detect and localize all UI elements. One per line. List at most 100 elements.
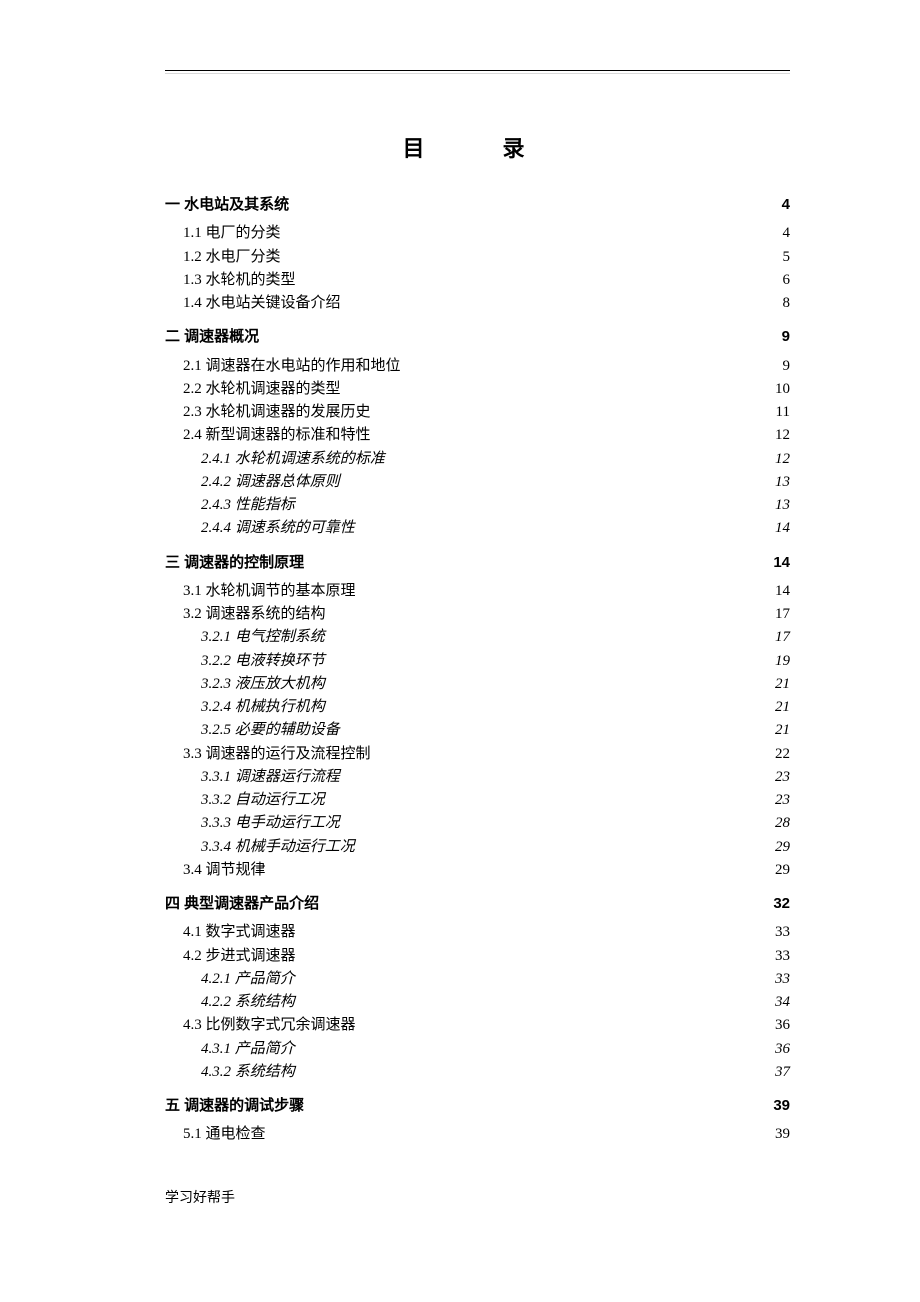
toc-entry-label: 3.2.5 必要的辅助设备: [201, 719, 340, 742]
toc-entry-page: 9: [783, 355, 791, 378]
toc-entry[interactable]: 1.3 水轮机的类型6: [165, 269, 790, 292]
toc-entry[interactable]: 3.3.3 电手动运行工况 28: [165, 812, 790, 835]
toc-entry[interactable]: 3.3.4 机械手动运行工况29: [165, 836, 790, 859]
toc-entry-page: 4: [783, 222, 791, 245]
toc-entry-page: 34: [775, 991, 790, 1014]
toc-entry-page: 29: [775, 836, 790, 859]
toc-entry-page: 21: [775, 696, 790, 719]
toc-entry[interactable]: 3.1 水轮机调节的基本原理14: [165, 580, 790, 603]
toc-entry-label: 一 水电站及其系统: [165, 193, 289, 216]
toc-entry[interactable]: 2.2 水轮机调速器的类型 10: [165, 378, 790, 401]
toc-entry[interactable]: 2.4.4 调速系统的可靠性14: [165, 517, 790, 540]
toc-entry-page: 13: [775, 471, 790, 494]
toc-entry-label: 3.2 调速器系统的结构: [183, 603, 326, 626]
toc-entry[interactable]: 1.4 水电站关键设备介绍8: [165, 292, 790, 315]
toc-entry-page: 14: [775, 580, 790, 603]
toc-entry[interactable]: 3.3.2 自动运行工况 23: [165, 789, 790, 812]
toc-entry[interactable]: 2.4.3 性能指标 13: [165, 494, 790, 517]
toc-entry-page: 6: [783, 269, 791, 292]
toc-entry[interactable]: 1.1 电厂的分类 4: [165, 222, 790, 245]
toc-entry-label: 2.4.2 调速器总体原则: [201, 471, 340, 494]
toc-entry[interactable]: 3.2.3 液压放大机构21: [165, 673, 790, 696]
toc-entry-page: 23: [775, 789, 790, 812]
toc-entry-label: 4.3.1 产品简介: [201, 1038, 295, 1061]
toc-entry[interactable]: 1.2 水电厂分类 5: [165, 246, 790, 269]
toc-entry[interactable]: 3.4 调节规律29: [165, 859, 790, 882]
header-rule: [165, 70, 790, 71]
toc-entry[interactable]: 3.3.1 调速器运行流程23: [165, 766, 790, 789]
toc-entry[interactable]: 3.2.4 机械执行机构 21: [165, 696, 790, 719]
toc-entry-label: 5.1 通电检查: [183, 1123, 266, 1146]
toc-entry-label: 2.2 水轮机调速器的类型: [183, 378, 341, 401]
toc-entry[interactable]: 2.1 调速器在水电站的作用和地位 9: [165, 355, 790, 378]
toc-entry-label: 2.4.1 水轮机调速系统的标准: [201, 448, 385, 471]
toc-entry-label: 四 典型调速器产品介绍: [165, 892, 319, 915]
toc-entry[interactable]: 4.2.2 系统结构 34: [165, 991, 790, 1014]
toc-entry-label: 3.2.4 机械执行机构: [201, 696, 325, 719]
toc-entry[interactable]: 4.3 比例数字式冗余调速器36: [165, 1014, 790, 1037]
toc-entry-page: 33: [775, 945, 790, 968]
toc-entry-page: 32: [773, 892, 790, 915]
toc-entry-label: 3.2.2 电液转换环节: [201, 650, 325, 673]
toc-entry-page: 37: [775, 1061, 790, 1084]
toc-entry-page: 9: [782, 325, 790, 348]
toc-entry[interactable]: 3.2.2 电液转换环节 19: [165, 650, 790, 673]
toc-entry-label: 1.1 电厂的分类: [183, 222, 281, 245]
toc-entry-label: 2.1 调速器在水电站的作用和地位: [183, 355, 401, 378]
toc-entry-page: 22: [775, 743, 790, 766]
toc-entry[interactable]: 一 水电站及其系统4: [165, 193, 790, 216]
toc-entry[interactable]: 2.4.1 水轮机调速系统的标准 12: [165, 448, 790, 471]
document-page: 目 录 一 水电站及其系统4 1.1 电厂的分类 4 1.2 水电厂分类 51.3 水轮…: [0, 0, 920, 1247]
toc-title: 目 录: [165, 131, 790, 163]
toc-entry[interactable]: 4.1 数字式调速器 33: [165, 921, 790, 944]
toc-entry[interactable]: 3.2.5 必要的辅助设备 21: [165, 719, 790, 742]
toc-entry-page: 13: [775, 494, 790, 517]
toc-container: 一 水电站及其系统4 1.1 电厂的分类 4 1.2 水电厂分类 51.3 水轮机的类型…: [165, 193, 790, 1147]
toc-entry-page: 14: [775, 517, 790, 540]
toc-entry[interactable]: 2.4 新型调速器的标准和特性12: [165, 424, 790, 447]
toc-entry-label: 4.2.1 产品简介: [201, 968, 295, 991]
toc-entry-page: 21: [775, 719, 790, 742]
toc-entry-label: 3.3.3 电手动运行工况: [201, 812, 340, 835]
toc-entry-page: 28: [775, 812, 790, 835]
toc-entry[interactable]: 三 调速器的控制原理14: [165, 551, 790, 574]
toc-entry[interactable]: 2.3 水轮机调速器的发展历史11: [165, 401, 790, 424]
toc-entry-label: 4.3 比例数字式冗余调速器: [183, 1014, 356, 1037]
toc-entry-label: 二 调速器概况: [165, 325, 259, 348]
toc-entry[interactable]: 四 典型调速器产品介绍 32: [165, 892, 790, 915]
toc-entry-label: 3.3.2 自动运行工况: [201, 789, 325, 812]
toc-entry[interactable]: 3.2.1 电气控制系统 17: [165, 626, 790, 649]
toc-entry[interactable]: 3.2 调速器系统的结构17: [165, 603, 790, 626]
toc-entry-page: 33: [775, 968, 790, 991]
toc-entry[interactable]: 5.1 通电检查 39: [165, 1123, 790, 1146]
toc-entry-label: 1.2 水电厂分类: [183, 246, 281, 269]
toc-entry-page: 36: [775, 1038, 790, 1061]
toc-entry[interactable]: 2.4.2 调速器总体原则 13: [165, 471, 790, 494]
toc-entry-label: 4.1 数字式调速器: [183, 921, 296, 944]
toc-entry[interactable]: 4.2.1 产品简介 33: [165, 968, 790, 991]
toc-entry[interactable]: 五 调速器的调试步骤39: [165, 1094, 790, 1117]
toc-entry-label: 2.4.3 性能指标: [201, 494, 295, 517]
toc-entry-page: 39: [775, 1123, 790, 1146]
toc-entry[interactable]: 4.3.1 产品简介 36: [165, 1038, 790, 1061]
toc-entry-page: 17: [775, 626, 790, 649]
toc-entry-page: 33: [775, 921, 790, 944]
toc-entry[interactable]: 4.3.2 系统结构37: [165, 1061, 790, 1084]
toc-entry[interactable]: 二 调速器概况 9: [165, 325, 790, 348]
toc-entry-label: 3.2.1 电气控制系统: [201, 626, 325, 649]
toc-entry-label: 三 调速器的控制原理: [165, 551, 304, 574]
toc-entry-page: 39: [773, 1094, 790, 1117]
toc-entry-label: 1.4 水电站关键设备介绍: [183, 292, 341, 315]
toc-entry-page: 10: [775, 378, 790, 401]
toc-entry-label: 3.4 调节规律: [183, 859, 266, 882]
toc-entry[interactable]: 3.3 调速器的运行及流程控制22: [165, 743, 790, 766]
toc-entry-page: 12: [775, 424, 790, 447]
toc-entry-page: 19: [775, 650, 790, 673]
toc-entry-label: 4.2.2 系统结构: [201, 991, 295, 1014]
toc-entry-page: 12: [775, 448, 790, 471]
page-footer: 学习好帮手: [165, 1187, 790, 1207]
toc-entry-label: 3.2.3 液压放大机构: [201, 673, 325, 696]
toc-entry-page: 5: [783, 246, 791, 269]
toc-entry[interactable]: 4.2 步进式调速器33: [165, 945, 790, 968]
toc-entry-label: 3.3.1 调速器运行流程: [201, 766, 340, 789]
